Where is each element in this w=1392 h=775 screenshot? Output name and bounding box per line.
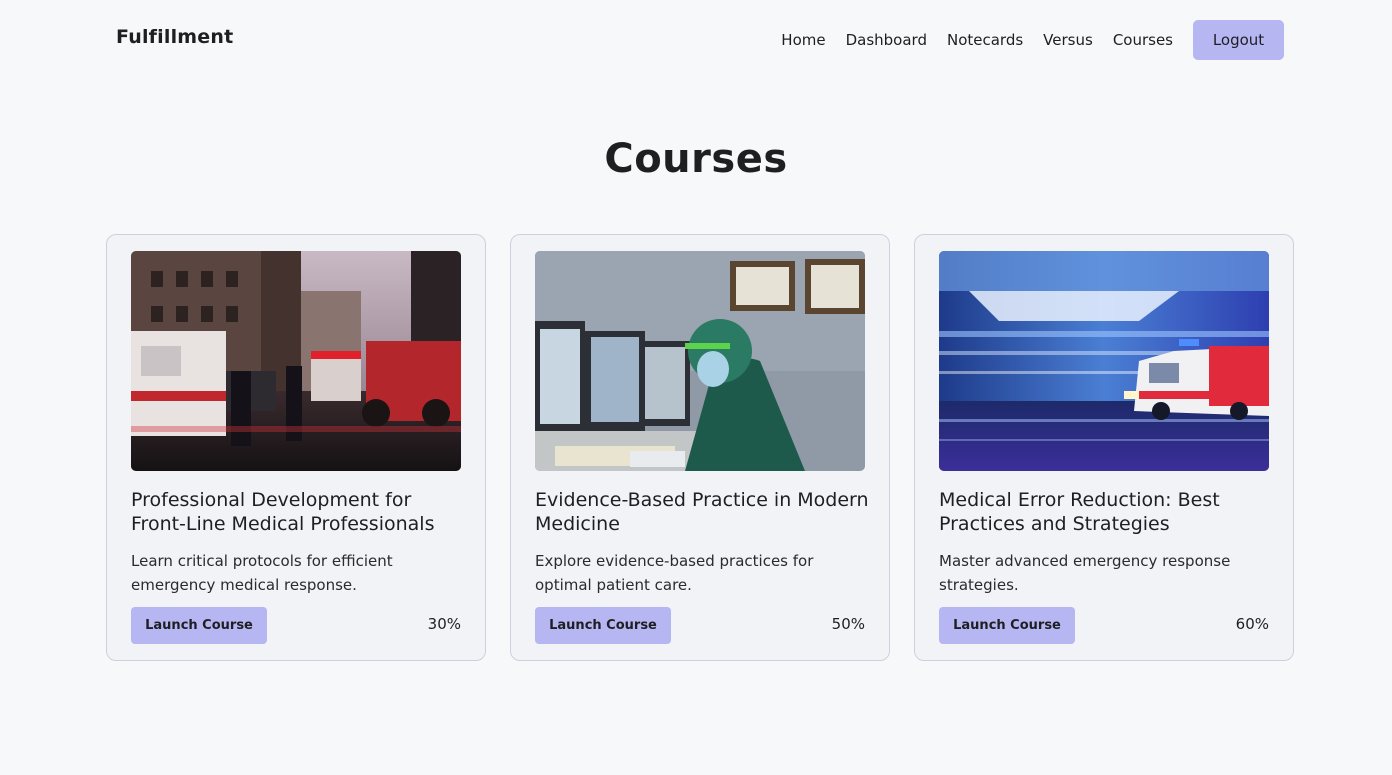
course-card: Evidence-Based Practice in Modern Medici… (510, 234, 890, 661)
course-card: Professional Development for Front-Line … (106, 234, 486, 661)
course-progress: 50% (831, 615, 865, 633)
course-image-ambulance-street (131, 251, 461, 471)
surgeon-monitors-photo (535, 251, 865, 471)
course-title: Evidence-Based Practice in Modern Medici… (535, 489, 869, 535)
ambulance-street-photo (131, 251, 461, 471)
navbar: Fulfillment Home Dashboard Notecards Ver… (0, 0, 1392, 78)
page-title: Courses (604, 136, 788, 182)
nav-link-courses[interactable]: Courses (1113, 31, 1173, 49)
launch-course-button[interactable]: Launch Course (131, 607, 267, 644)
course-card: Medical Error Reduction: Best Practices … (914, 234, 1294, 661)
speeding-ambulance-photo (939, 251, 1269, 471)
nav-link-dashboard[interactable]: Dashboard (846, 31, 927, 49)
course-image-speeding-ambulance (939, 251, 1269, 471)
nav-links: Home Dashboard Notecards Versus Courses … (781, 20, 1284, 60)
brand-logo[interactable]: Fulfillment (116, 26, 233, 48)
course-title: Professional Development for Front-Line … (131, 489, 435, 535)
launch-course-button[interactable]: Launch Course (535, 607, 671, 644)
course-description: Explore evidence-based practices for opt… (535, 552, 814, 594)
course-progress: 30% (427, 615, 461, 633)
course-grid: Professional Development for Front-Line … (106, 234, 1294, 661)
course-description: Learn critical protocols for efficient e… (131, 552, 393, 594)
logout-button[interactable]: Logout (1193, 20, 1284, 60)
nav-link-notecards[interactable]: Notecards (947, 31, 1023, 49)
nav-link-versus[interactable]: Versus (1043, 31, 1093, 49)
course-progress: 60% (1235, 615, 1269, 633)
course-title: Medical Error Reduction: Best Practices … (939, 489, 1220, 535)
course-description: Master advanced emergency response strat… (939, 552, 1231, 594)
nav-link-home[interactable]: Home (781, 31, 825, 49)
course-image-surgeon-monitors (535, 251, 865, 471)
launch-course-button[interactable]: Launch Course (939, 607, 1075, 644)
